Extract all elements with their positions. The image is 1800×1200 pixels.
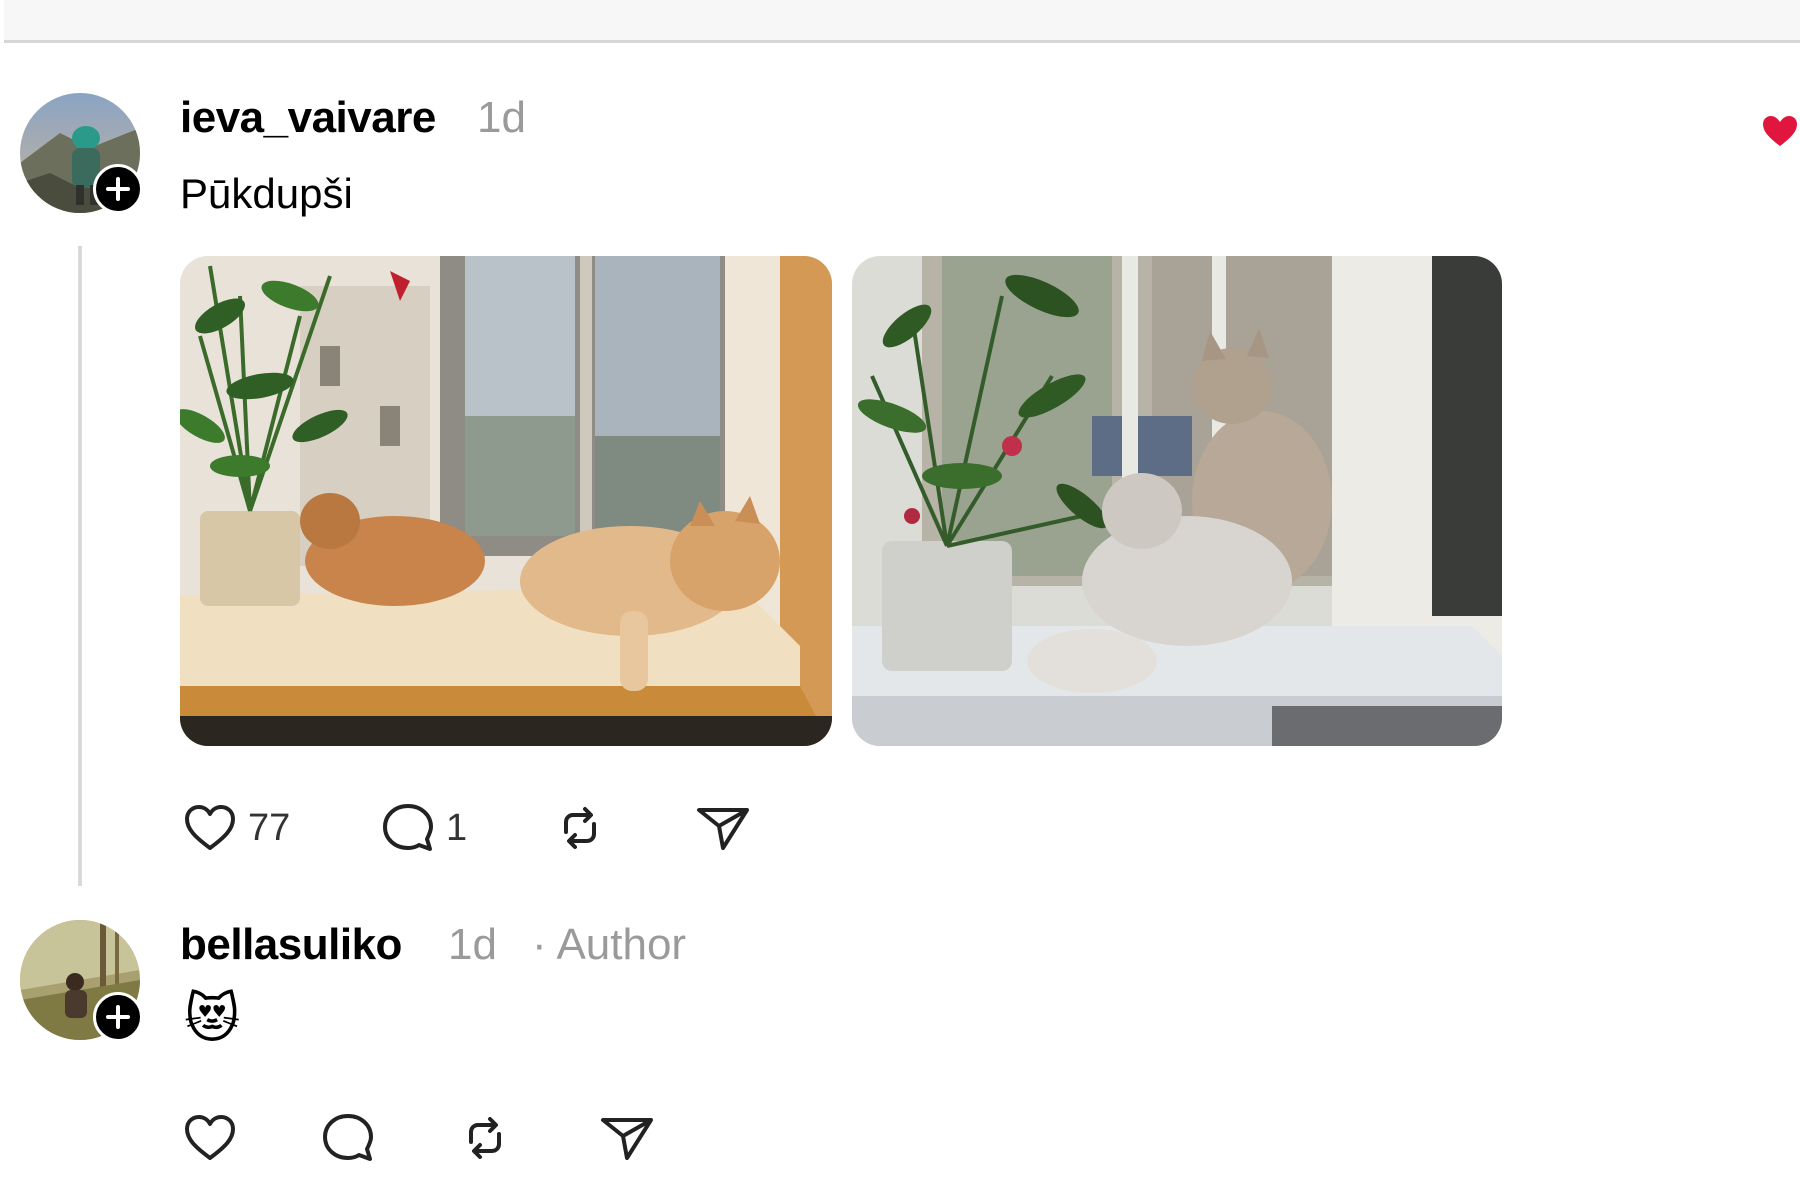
reply-count: 1 — [446, 806, 468, 849]
post-time[interactable]: 1d — [477, 93, 526, 143]
send-icon — [601, 1118, 653, 1160]
top-bar — [4, 0, 1800, 43]
comment-button[interactable]: 1 — [378, 798, 467, 858]
like-count: 77 — [248, 806, 291, 849]
comment-icon — [383, 804, 433, 851]
send-icon — [697, 808, 749, 850]
repost-icon — [564, 807, 596, 849]
share-button[interactable] — [693, 798, 753, 858]
post-username[interactable]: ieva_vaivare — [180, 93, 436, 143]
repost-button[interactable] — [550, 798, 610, 858]
reply-like-button[interactable] — [180, 1108, 240, 1168]
follow-button-reply[interactable] — [93, 992, 143, 1042]
reply-comment-button[interactable] — [318, 1108, 378, 1168]
like-button[interactable]: 77 — [180, 798, 290, 858]
plus-icon — [106, 1005, 130, 1029]
follow-button[interactable] — [93, 164, 143, 214]
heart-icon — [185, 805, 235, 850]
thread-line — [78, 246, 82, 886]
reply-time[interactable]: 1d — [448, 920, 497, 970]
reply-username[interactable]: bellasuliko — [180, 920, 402, 970]
plus-icon — [106, 177, 130, 201]
reply-text: 😻 — [184, 987, 241, 1050]
post-image-1[interactable] — [180, 256, 832, 746]
post-image-2[interactable] — [852, 256, 1502, 746]
red-heart-icon — [1763, 116, 1797, 146]
liked-indicator — [1760, 112, 1800, 157]
heart-icon — [185, 1115, 235, 1160]
comment-icon — [323, 1114, 373, 1161]
reply-share-button[interactable] — [597, 1108, 657, 1168]
post-text: Pūkdupši — [180, 170, 353, 217]
repost-icon — [469, 1117, 501, 1159]
reply-repost-button[interactable] — [455, 1108, 515, 1168]
author-tag: · Author — [532, 920, 687, 969]
